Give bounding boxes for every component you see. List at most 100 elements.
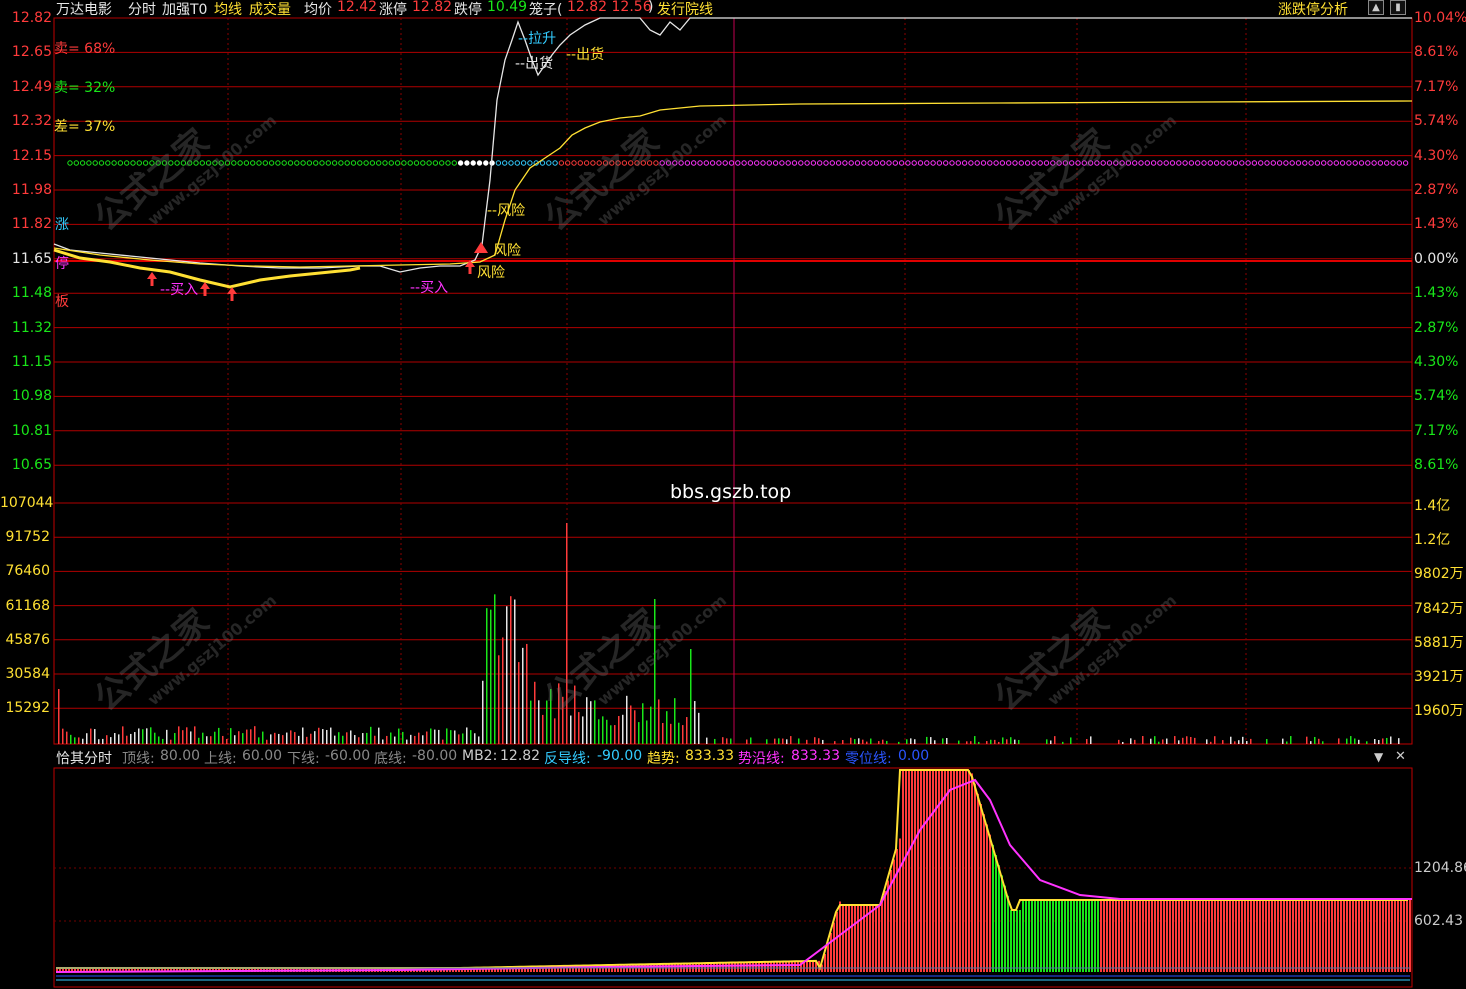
sub-bar: [1025, 900, 1027, 972]
sub-bar: [1070, 900, 1072, 972]
volume-bar: [930, 737, 932, 744]
signal-dot: [754, 160, 760, 166]
signal-dot: [439, 160, 445, 166]
signal-dot: [1371, 160, 1377, 166]
sub-bar: [1166, 900, 1168, 972]
sub-bar: [1043, 900, 1045, 972]
sub-bar: [1106, 900, 1108, 972]
signal-dot: [1006, 160, 1012, 166]
volume-bar: [506, 606, 508, 744]
sub-axis-label: 1204.86: [1414, 860, 1466, 876]
signal-dot: [1144, 160, 1151, 166]
volume-bar: [1174, 736, 1176, 744]
volume-bar: [886, 740, 888, 744]
volume-bar: [106, 735, 108, 744]
signal-dot: [798, 160, 804, 166]
volume-bar: [298, 735, 300, 744]
issue-line[interactable]: 发行院线: [657, 0, 713, 19]
volume-bar: [1350, 736, 1352, 744]
volume-bar: [410, 734, 412, 744]
sub-bar: [1337, 900, 1339, 972]
signal-dot: [495, 160, 502, 166]
signal-dot: [502, 160, 508, 166]
volume-bar: [478, 736, 480, 744]
sub-bar: [1151, 900, 1153, 972]
signal-dot: [1182, 160, 1188, 166]
signal-dot: [1213, 160, 1220, 166]
signal-dot: [943, 160, 949, 166]
sub-bar: [1118, 900, 1120, 972]
signal-dot: [281, 160, 287, 166]
volume-bar: [1118, 739, 1120, 744]
sub-bar: [1403, 900, 1405, 972]
volume-bar: [630, 705, 632, 744]
sub-bar: [746, 962, 748, 972]
volume-bar: [870, 738, 872, 744]
signal-dot: [1012, 160, 1018, 166]
signal-dot: [993, 160, 999, 166]
sub-bar: [1385, 900, 1387, 972]
sub-bar: [788, 961, 790, 972]
volume-bar: [1242, 736, 1244, 744]
sub-bar: [731, 962, 733, 972]
stock-name[interactable]: 万达电影: [56, 0, 112, 19]
price-tick: 10.81: [11, 422, 52, 439]
sub-panel-title[interactable]: 恰其分时: [56, 748, 112, 768]
signal-dot: [1220, 160, 1226, 166]
sub-bar: [1142, 900, 1144, 972]
pane-icon[interactable]: ▮: [1390, 0, 1406, 15]
signal-dot: [1018, 160, 1024, 166]
sub-bar: [956, 770, 958, 972]
volume-bar: [546, 700, 548, 744]
sub-bar: [1409, 900, 1411, 972]
volume-bar: [878, 741, 880, 744]
close-icon[interactable]: ✕: [1395, 749, 1406, 764]
sub-bar: [875, 905, 877, 972]
mode-tab[interactable]: 分时: [128, 0, 156, 19]
percent-tick: 2.87%: [1414, 319, 1459, 336]
cage-values: 12.82 12.56: [567, 0, 652, 15]
volume-bar: [78, 737, 80, 744]
sub-bar: [1175, 900, 1177, 972]
signal-dot: [804, 160, 810, 166]
sub-bar: [770, 961, 772, 972]
sub-bar: [881, 901, 883, 972]
volume-bar: [906, 739, 908, 744]
volume-bar: [834, 741, 836, 744]
volume-bar: [218, 727, 220, 744]
volume-bar: [522, 647, 524, 744]
volume-bar: [686, 717, 688, 744]
percent-tick: 7.17%: [1414, 422, 1459, 439]
volume-bar: [1006, 739, 1008, 744]
sub-bar: [896, 849, 898, 972]
signal-dot: [250, 160, 256, 166]
sub-bar: [1211, 900, 1213, 972]
analysis-link[interactable]: 涨跌停分析: [1278, 0, 1348, 19]
volume-bar: [98, 739, 100, 744]
sub-bar: [1010, 910, 1012, 972]
sub-bar: [1001, 875, 1003, 972]
dropdown-icon[interactable]: ▼: [1374, 750, 1383, 764]
volume-tick: 91752: [5, 529, 50, 546]
percent-tick: 7.17%: [1414, 78, 1459, 95]
sub-bar: [719, 962, 721, 972]
volume-toggle[interactable]: 成交量: [249, 0, 291, 19]
sub-bar: [1244, 900, 1246, 972]
enhanced-tab[interactable]: 加强T0: [162, 0, 207, 19]
volume-bar: [510, 596, 512, 744]
collapse-up-icon[interactable]: ▲: [1368, 0, 1384, 15]
sub-bar: [1136, 900, 1138, 972]
signal-dot: [350, 160, 357, 166]
volume-bar: [778, 738, 780, 744]
volume-bar: [486, 608, 488, 744]
signal-dot: [1327, 160, 1333, 166]
signal-dot: [237, 160, 243, 166]
signal-dot: [432, 160, 439, 166]
sub-bar: [1319, 900, 1321, 972]
volume-bar: [898, 741, 900, 744]
sub-bar: [863, 905, 865, 972]
avg-line-toggle[interactable]: 均线: [214, 0, 242, 19]
sub-bar: [1184, 900, 1186, 972]
volume-bar: [274, 732, 276, 744]
volume-bar: [1214, 736, 1216, 744]
